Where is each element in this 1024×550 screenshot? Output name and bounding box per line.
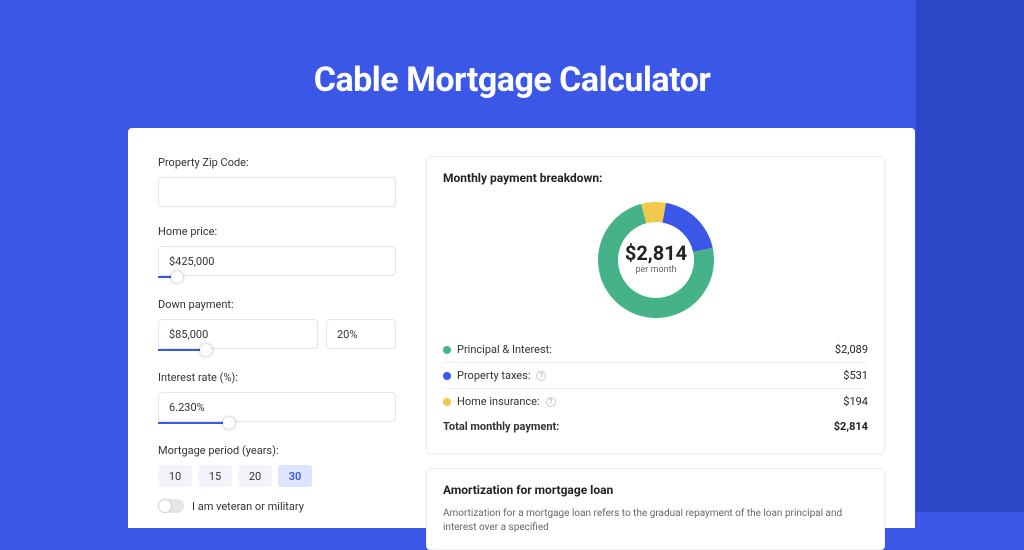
legend-label: Property taxes: [457, 369, 530, 382]
period-option-30[interactable]: 30 [278, 465, 312, 487]
donut-center-value: $2,814 [624, 241, 686, 265]
interest-label: Interest rate (%): [158, 371, 396, 384]
legend-row-0: Principal & Interest: $2,089 [443, 337, 868, 363]
home-price-input[interactable] [158, 246, 396, 276]
amortization-panel: Amortization for mortgage loan Amortizat… [426, 468, 885, 550]
legend-row-1: Property taxes:? $531 [443, 363, 868, 389]
down-payment-pct-input[interactable] [326, 319, 396, 349]
legend-row-2: Home insurance:? $194 [443, 389, 868, 414]
legend-value: $531 [843, 369, 868, 382]
calculator-card: Property Zip Code: Home price: Down paym… [128, 128, 915, 528]
side-accent-band [916, 0, 1024, 512]
home-price-field-block: Home price: [158, 225, 396, 280]
interest-input[interactable] [158, 392, 396, 422]
veteran-label: I am veteran or military [192, 500, 304, 513]
legend-total-label: Total monthly payment: [443, 420, 559, 433]
legend-label: Principal & Interest: [457, 343, 552, 356]
period-option-20[interactable]: 20 [238, 465, 272, 487]
interest-field-block: Interest rate (%): [158, 371, 396, 426]
down-payment-label: Down payment: [158, 298, 396, 311]
donut-chart: $2,814 per month [443, 195, 868, 325]
zip-label: Property Zip Code: [158, 156, 396, 169]
legend-total-value: $2,814 [834, 420, 868, 433]
zip-field-block: Property Zip Code: [158, 156, 396, 207]
interest-slider[interactable] [158, 422, 396, 426]
amortization-text: Amortization for a mortgage loan refers … [443, 507, 868, 535]
home-price-slider[interactable] [158, 276, 396, 280]
breakdown-panel: Monthly payment breakdown: $2,814 per mo… [426, 156, 885, 454]
home-price-label: Home price: [158, 225, 396, 238]
info-icon[interactable]: ? [546, 397, 556, 407]
legend-dot-icon [443, 346, 451, 354]
form-column: Property Zip Code: Home price: Down paym… [158, 156, 396, 528]
results-column: Monthly payment breakdown: $2,814 per mo… [426, 156, 885, 528]
legend-value: $2,089 [835, 343, 868, 356]
amortization-title: Amortization for mortgage loan [443, 483, 868, 497]
legend-label: Home insurance: [457, 395, 540, 408]
down-payment-slider-fill [158, 349, 206, 351]
zip-input[interactable] [158, 177, 396, 207]
page-title: Cable Mortgage Calculator [0, 0, 1024, 100]
down-payment-amount-input[interactable] [158, 319, 318, 349]
legend-value: $194 [843, 395, 868, 408]
period-field-block: Mortgage period (years): 10 15 20 30 [158, 444, 396, 487]
veteran-row: I am veteran or military [158, 499, 396, 513]
legend-dot-icon [443, 372, 451, 380]
legend-total-row: Total monthly payment: $2,814 [443, 414, 868, 439]
donut-center-sub: per month [635, 265, 676, 275]
donut-svg: $2,814 per month [591, 195, 721, 325]
home-price-slider-thumb[interactable] [171, 271, 183, 283]
info-icon[interactable]: ? [536, 371, 546, 381]
down-payment-slider[interactable] [158, 349, 396, 353]
veteran-toggle[interactable] [158, 499, 184, 513]
period-option-10[interactable]: 10 [158, 465, 192, 487]
breakdown-title: Monthly payment breakdown: [443, 171, 868, 185]
legend-dot-icon [443, 398, 451, 406]
down-payment-field-block: Down payment: [158, 298, 396, 353]
period-option-15[interactable]: 15 [198, 465, 232, 487]
interest-slider-thumb[interactable] [223, 417, 235, 429]
period-options: 10 15 20 30 [158, 465, 396, 487]
period-label: Mortgage period (years): [158, 444, 396, 457]
down-payment-slider-thumb[interactable] [200, 344, 212, 356]
legend-list: Principal & Interest: $2,089 Property taxe… [443, 337, 868, 414]
veteran-toggle-knob [159, 500, 171, 512]
interest-slider-fill [158, 422, 229, 424]
